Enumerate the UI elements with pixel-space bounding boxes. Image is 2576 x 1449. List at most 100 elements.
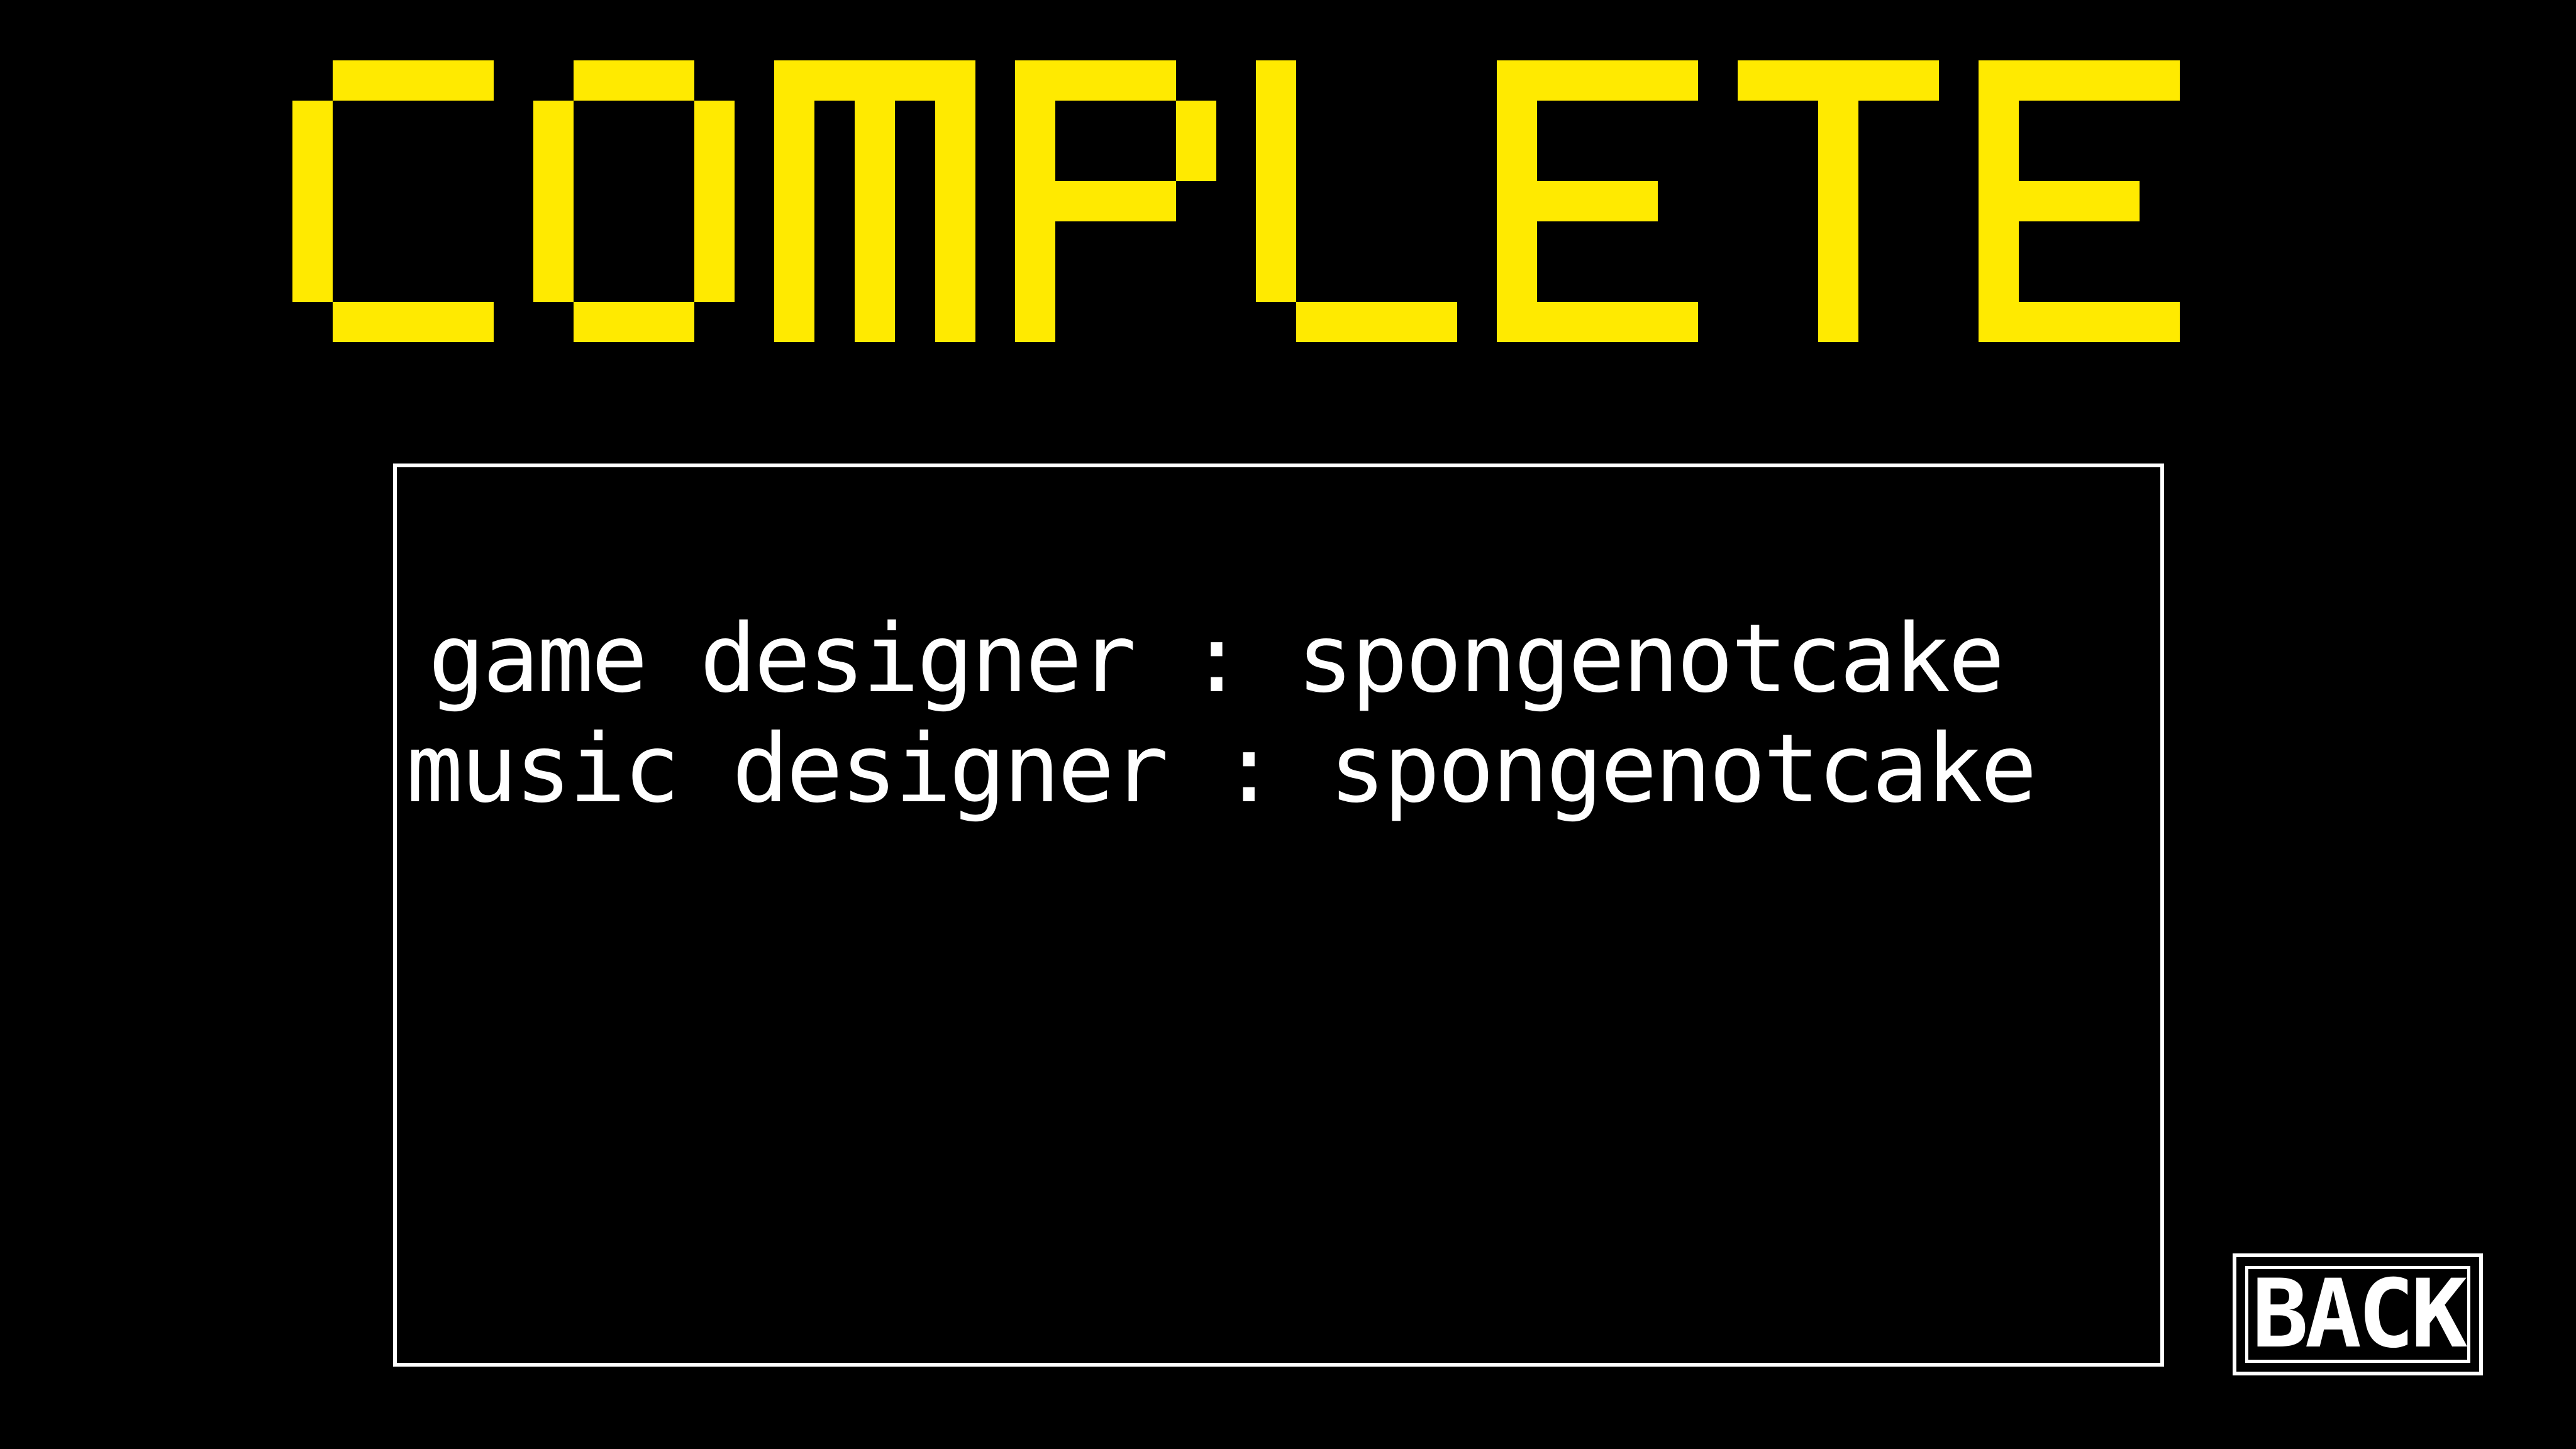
title-pixel: [935, 60, 975, 101]
title-pixel: [774, 141, 814, 181]
title-pixel: [2059, 60, 2099, 101]
title-pixel: [774, 181, 814, 221]
title-pixel: [1979, 262, 2019, 302]
title-pixel: [1256, 141, 1296, 181]
title-pixel: [774, 60, 814, 101]
title-pixel: [1618, 302, 1658, 342]
title-pixel: [774, 302, 814, 342]
credits-panel: game designer : spongenotcake music desi…: [393, 464, 2164, 1367]
title-pixel: [1136, 181, 1176, 221]
title-pixel: [935, 221, 975, 262]
title-pixel: [1577, 302, 1618, 342]
title-pixel: [1015, 101, 1055, 141]
title-pixel: [1336, 302, 1377, 342]
title-pixel: [453, 60, 494, 101]
title-pixel: [1778, 60, 1818, 101]
back-button[interactable]: BACK: [2233, 1253, 2483, 1375]
title-pixel: [694, 221, 735, 262]
title-pixel: [1497, 221, 1537, 262]
title-pixel: [533, 141, 574, 181]
title-pixel: [855, 302, 895, 342]
title-pixel: [453, 302, 494, 342]
title-pixel: [1577, 60, 1618, 101]
back-button-label: BACK: [2251, 1260, 2467, 1369]
title-pixel: [935, 262, 975, 302]
title-pixel: [292, 221, 333, 262]
title-pixel: [533, 221, 574, 262]
title-pixel: [1497, 60, 1537, 101]
title-pixel: [1256, 262, 1296, 302]
complete-title-pixel-art: [292, 60, 2180, 342]
title-pixel: [1537, 60, 1577, 101]
title-pixel: [1015, 141, 1055, 181]
title-pixel: [292, 262, 333, 302]
title-pixel: [1055, 60, 1096, 101]
title-pixel: [533, 101, 574, 141]
title-pixel: [1176, 141, 1216, 181]
title-pixel: [1537, 181, 1577, 221]
title-pixel: [1417, 302, 1457, 342]
title-pixel: [1377, 302, 1417, 342]
title-pixel: [774, 221, 814, 262]
title-pixel: [1618, 181, 1658, 221]
title-pixel: [1015, 181, 1055, 221]
credit-line-music-designer: music designer : spongenotcake: [406, 714, 2037, 824]
title-pixel: [533, 181, 574, 221]
title-pixel: [1658, 60, 1698, 101]
credit-line-game-designer: game designer : spongenotcake: [428, 604, 2005, 714]
title-pixel: [614, 60, 654, 101]
title-pixel: [1096, 181, 1136, 221]
title-pixel: [895, 60, 935, 101]
title-pixel: [373, 302, 413, 342]
title-pixel: [1818, 221, 1858, 262]
title-pixel: [1136, 60, 1176, 101]
title-pixel: [1818, 141, 1858, 181]
title-pixel: [2099, 181, 2140, 221]
title-pixel: [694, 101, 735, 141]
title-pixel: [1015, 221, 1055, 262]
title-pixel: [1738, 60, 1778, 101]
title-pixel: [413, 60, 453, 101]
title-pixel: [574, 60, 614, 101]
title-pixel: [1979, 302, 2019, 342]
title-pixel: [1497, 302, 1537, 342]
title-pixel: [1176, 101, 1216, 141]
title-pixel: [2019, 302, 2059, 342]
title-pixel: [333, 302, 373, 342]
title-pixel: [413, 302, 453, 342]
title-pixel: [694, 181, 735, 221]
title-pixel: [292, 141, 333, 181]
title-pixel: [1055, 181, 1096, 221]
title-pixel: [1015, 262, 1055, 302]
title-pixel: [1618, 60, 1658, 101]
title-pixel: [1979, 101, 2019, 141]
title-pixel: [2019, 181, 2059, 221]
title-pixel: [333, 60, 373, 101]
title-pixel: [1979, 141, 2019, 181]
title-pixel: [855, 101, 895, 141]
title-pixel: [2059, 181, 2099, 221]
title-pixel: [1497, 101, 1537, 141]
title-pixel: [1818, 302, 1858, 342]
title-pixel: [1015, 60, 1055, 101]
title-pixel: [1979, 221, 2019, 262]
title-pixel: [2140, 60, 2180, 101]
title-pixel: [2099, 60, 2140, 101]
title-pixel: [614, 302, 654, 342]
title-pixel: [855, 181, 895, 221]
title-pixel: [1256, 101, 1296, 141]
title-pixel: [2059, 302, 2099, 342]
title-pixel: [855, 262, 895, 302]
title-pixel: [694, 141, 735, 181]
title-pixel: [774, 101, 814, 141]
title-pixel: [774, 262, 814, 302]
title-pixel: [1256, 221, 1296, 262]
title-pixel: [1015, 302, 1055, 342]
title-pixel: [1818, 262, 1858, 302]
title-pixel: [1818, 101, 1858, 141]
title-pixel: [935, 141, 975, 181]
title-pixel: [1256, 181, 1296, 221]
title-pixel: [855, 141, 895, 181]
title-pixel: [1979, 181, 2019, 221]
title-pixel: [1818, 181, 1858, 221]
